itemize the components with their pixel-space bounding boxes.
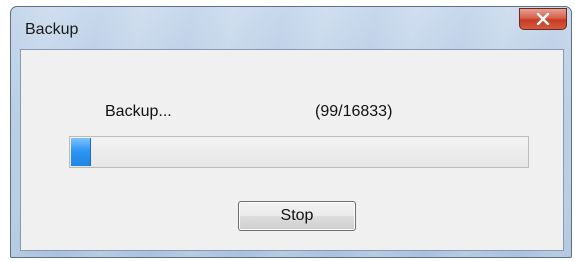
close-icon	[536, 13, 550, 25]
close-button[interactable]	[519, 8, 567, 30]
progress-count: (99/16833)	[315, 103, 393, 120]
progress-fill	[71, 138, 91, 166]
dialog-content: Backup... (99/16833) Stop	[20, 49, 564, 251]
progress-bar	[69, 136, 529, 168]
stop-button[interactable]: Stop	[238, 201, 356, 231]
title-bar[interactable]: Backup	[11, 7, 571, 49]
window-title: Backup	[25, 21, 79, 38]
backup-dialog-window: Backup Backup... (99/16833) Stop	[10, 6, 572, 258]
status-label: Backup...	[105, 103, 172, 120]
